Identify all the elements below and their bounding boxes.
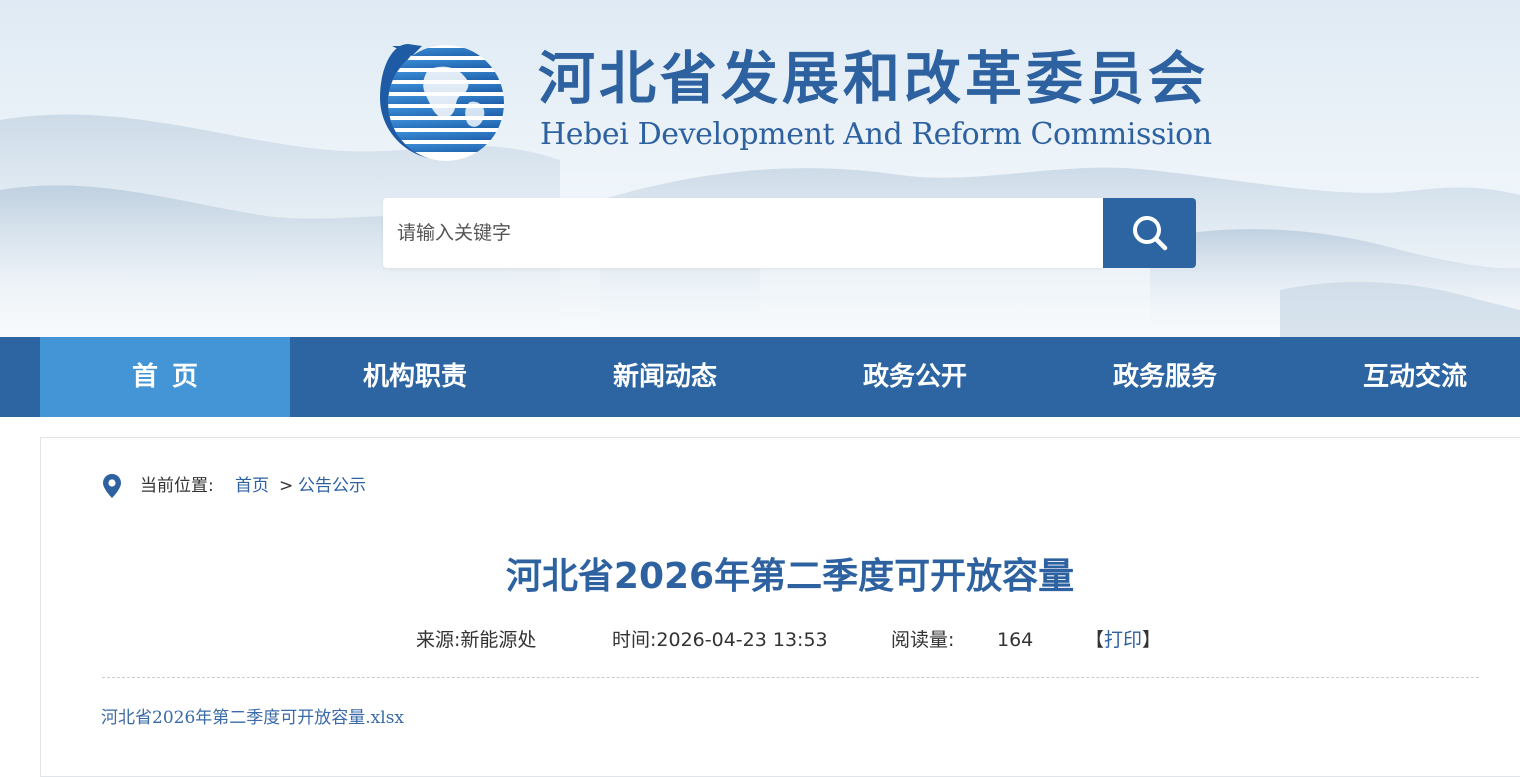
attachment-link[interactable]: 河北省2026年第二季度可开放容量.xlsx — [101, 704, 404, 732]
nav-item-services[interactable]: 政务服务 — [1040, 337, 1290, 417]
search-icon — [1132, 216, 1167, 251]
article-views-label: 阅读量: — [891, 629, 955, 651]
print-bracket-close: 】 — [1142, 629, 1162, 651]
globe-swirl-logo — [380, 44, 504, 161]
article-title: 河北省2026年第二季度可开放容量 — [505, 556, 1075, 597]
site-header: 河北省发展和改革委员会 Hebei Development And Reform… — [0, 0, 1520, 337]
print-link[interactable]: 【打印】 — [1085, 626, 1161, 654]
print-bracket-open: 【 — [1085, 629, 1105, 651]
site-title-en: Hebei Development And Reform Commission — [540, 117, 1212, 152]
breadcrumb-announcements-link[interactable]: 公告公示 — [298, 470, 366, 502]
article-source: 来源:新能源处 — [416, 629, 537, 651]
nav-item-news[interactable]: 新闻动态 — [540, 337, 790, 417]
search-input[interactable] — [383, 198, 1097, 268]
location-pin-icon — [103, 474, 121, 498]
meta-divider — [102, 677, 1479, 678]
nav-item-interaction[interactable]: 互动交流 — [1290, 337, 1520, 417]
breadcrumb-label: 当前位置: — [140, 476, 214, 496]
nav-item-organization[interactable]: 机构职责 — [290, 337, 540, 417]
site-title-cn: 河北省发展和改革委员会 — [538, 46, 1209, 112]
search-box — [383, 198, 1103, 268]
article-views-count: 164 — [997, 629, 1034, 651]
breadcrumb-separator: > — [279, 476, 294, 496]
nav-item-home[interactable]: 首页 — [40, 337, 290, 417]
search-button[interactable] — [1103, 198, 1196, 268]
breadcrumb-home-link[interactable]: 首页 — [235, 470, 269, 502]
nav-item-government-affairs[interactable]: 政务公开 — [790, 337, 1040, 417]
article-time: 时间:2026-04-23 13:53 — [612, 629, 828, 651]
print-label: 打印 — [1104, 629, 1143, 651]
main-nav: 首页 机构职责 新闻动态 政务公开 政务服务 互动交流 — [0, 337, 1520, 417]
